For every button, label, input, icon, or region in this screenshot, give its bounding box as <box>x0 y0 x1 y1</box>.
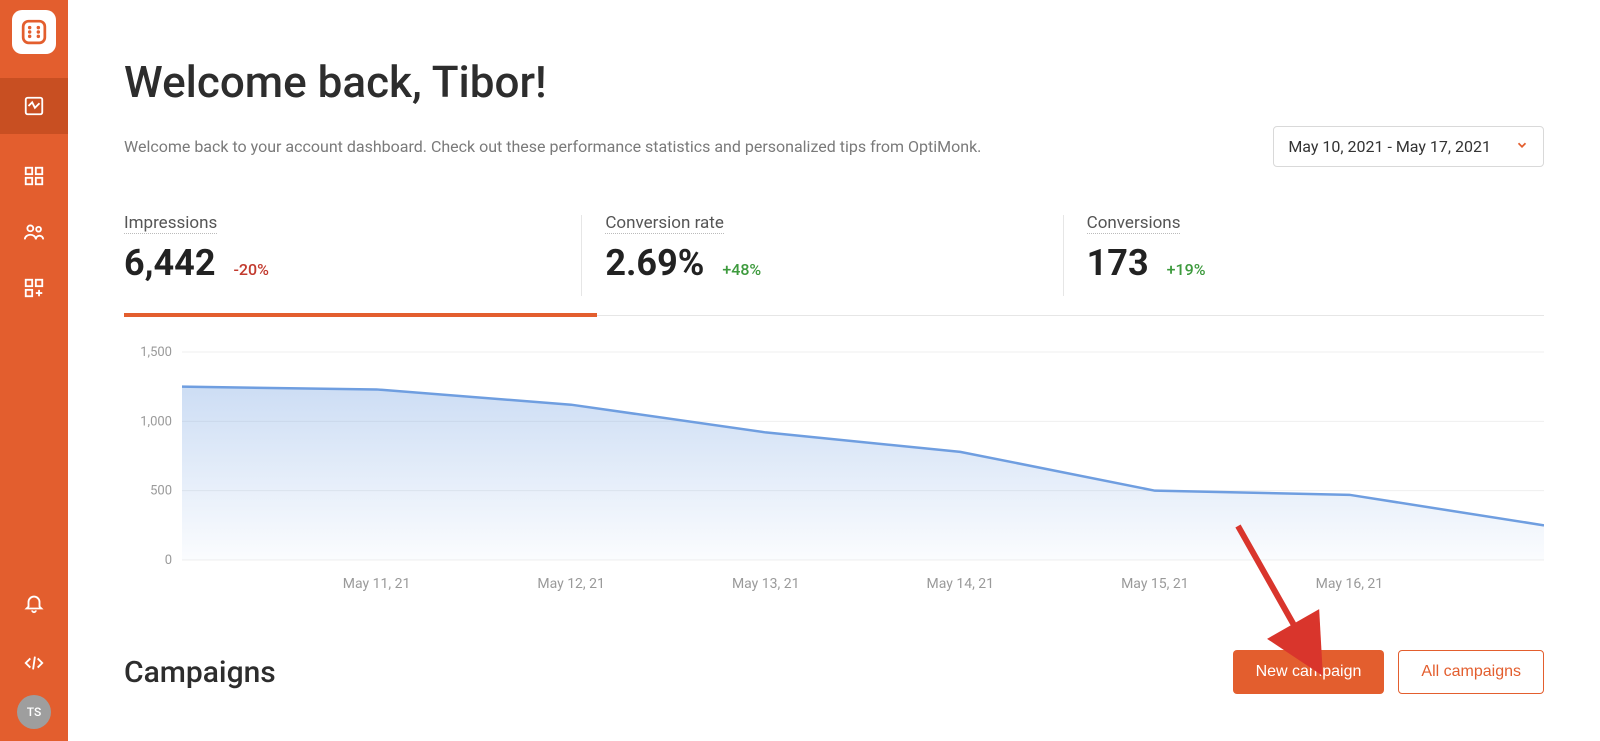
code-icon <box>23 652 45 674</box>
svg-text:May 13, 21: May 13, 21 <box>732 576 800 592</box>
sidebar-item-templates[interactable] <box>0 260 68 316</box>
stat-value: 2.69% <box>605 242 704 284</box>
stat-value: 173 <box>1087 242 1149 284</box>
stat-value: 6,442 <box>124 242 215 284</box>
stats-tabs: Impressions 6,442 -20% Conversion rate 2… <box>124 211 1544 316</box>
activity-icon <box>23 95 45 117</box>
chevron-down-icon <box>1515 137 1529 156</box>
grid-icon <box>23 165 45 187</box>
date-range-value: May 10, 2021 - May 17, 2021 <box>1288 137 1491 156</box>
bell-icon <box>23 592 45 614</box>
impressions-chart: 0 500 1,000 1,500 May 11, 21 May 12, 21 May 1… <box>124 344 1544 594</box>
page-title: Welcome back, Tibor! <box>124 56 1544 108</box>
grid-plus-icon <box>23 277 45 299</box>
main-content: Welcome back, Tibor! Welcome back to you… <box>68 0 1600 741</box>
stat-tab-impressions[interactable]: Impressions 6,442 -20% <box>124 211 581 316</box>
sidebar-item-campaigns[interactable] <box>0 148 68 204</box>
sidebar-item-code[interactable] <box>0 635 68 691</box>
sidebar-item-dashboard[interactable] <box>0 78 68 134</box>
campaigns-heading: Campaigns <box>124 655 276 690</box>
sidebar-item-notifications[interactable] <box>0 575 68 631</box>
stat-tab-conversions[interactable]: Conversions 173 +19% <box>1063 211 1544 316</box>
stat-label: Impressions <box>124 213 217 234</box>
stat-delta: -20% <box>233 260 268 279</box>
stat-label: Conversions <box>1087 213 1181 234</box>
stat-tab-conversion-rate[interactable]: Conversion rate 2.69% +48% <box>581 211 1062 316</box>
brand-logo[interactable] <box>12 10 56 54</box>
svg-text:May 12, 21: May 12, 21 <box>537 576 605 592</box>
svg-text:500: 500 <box>150 484 172 499</box>
brand-logo-icon <box>21 19 47 45</box>
sidebar-item-audience[interactable] <box>0 204 68 260</box>
svg-text:May 15, 21: May 15, 21 <box>1121 576 1189 592</box>
active-tab-indicator <box>124 313 597 317</box>
avatar[interactable]: TS <box>17 695 51 729</box>
new-campaign-button[interactable]: New campaign <box>1233 650 1385 694</box>
svg-text:May 11, 21: May 11, 21 <box>343 576 411 592</box>
svg-text:May 16, 21: May 16, 21 <box>1316 576 1384 592</box>
stat-delta: +48% <box>722 260 761 279</box>
all-campaigns-button[interactable]: All campaigns <box>1398 650 1544 694</box>
page-subtitle: Welcome back to your account dashboard. … <box>124 137 981 156</box>
stat-delta: +19% <box>1167 260 1206 279</box>
stat-label: Conversion rate <box>605 213 724 234</box>
svg-text:0: 0 <box>165 553 172 568</box>
svg-text:1,500: 1,500 <box>140 345 172 360</box>
sidebar: TS <box>0 0 68 741</box>
svg-text:1,000: 1,000 <box>140 414 172 429</box>
avatar-initials: TS <box>27 705 41 719</box>
svg-text:May 14, 21: May 14, 21 <box>927 576 995 592</box>
users-icon <box>23 221 45 243</box>
date-range-picker[interactable]: May 10, 2021 - May 17, 2021 <box>1273 126 1544 167</box>
